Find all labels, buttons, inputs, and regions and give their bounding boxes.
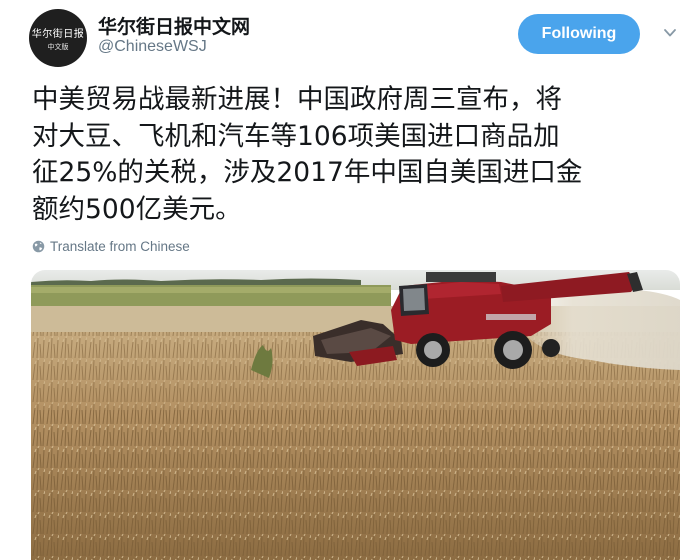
translate-label: Translate from Chinese <box>50 239 190 254</box>
tweet-text-line: 额约500亿美元。 <box>32 193 242 225</box>
harvester-photo <box>31 270 680 560</box>
globe-icon <box>32 240 45 253</box>
avatar[interactable]: 华尔街日报 中文版 <box>29 9 87 67</box>
tweet-text-line: 征25%的关税，涉及2017年中国自美国进口金 <box>32 157 583 188</box>
tweet-text-line: 对大豆、飞机和汽车等106项美国进口商品加 <box>32 120 560 152</box>
tweet-header: 华尔街日报 中文版 华尔街日报中文网 @ChineseWSJ Following <box>0 0 700 70</box>
tweet-card: 华尔街日报 中文版 华尔街日报中文网 @ChineseWSJ Following… <box>0 0 700 560</box>
display-name[interactable]: 华尔街日报中文网 <box>98 12 250 39</box>
avatar-main-text: 华尔街日报 <box>31 29 85 40</box>
tweet-photo[interactable] <box>31 270 680 560</box>
tweet-text-line: 中美贸易战最新进展！中国政府周三宣布，将 <box>32 84 562 115</box>
user-handle[interactable]: @ChineseWSJ <box>98 38 207 56</box>
tweet-text: 中美贸易战最新进展！中国政府周三宣布，将 对大豆、飞机和汽车等106项美国进口商… <box>32 82 682 228</box>
following-button[interactable]: Following <box>518 14 640 54</box>
chevron-down-icon[interactable] <box>664 28 676 38</box>
avatar-sub-text: 中文版 <box>47 43 69 51</box>
